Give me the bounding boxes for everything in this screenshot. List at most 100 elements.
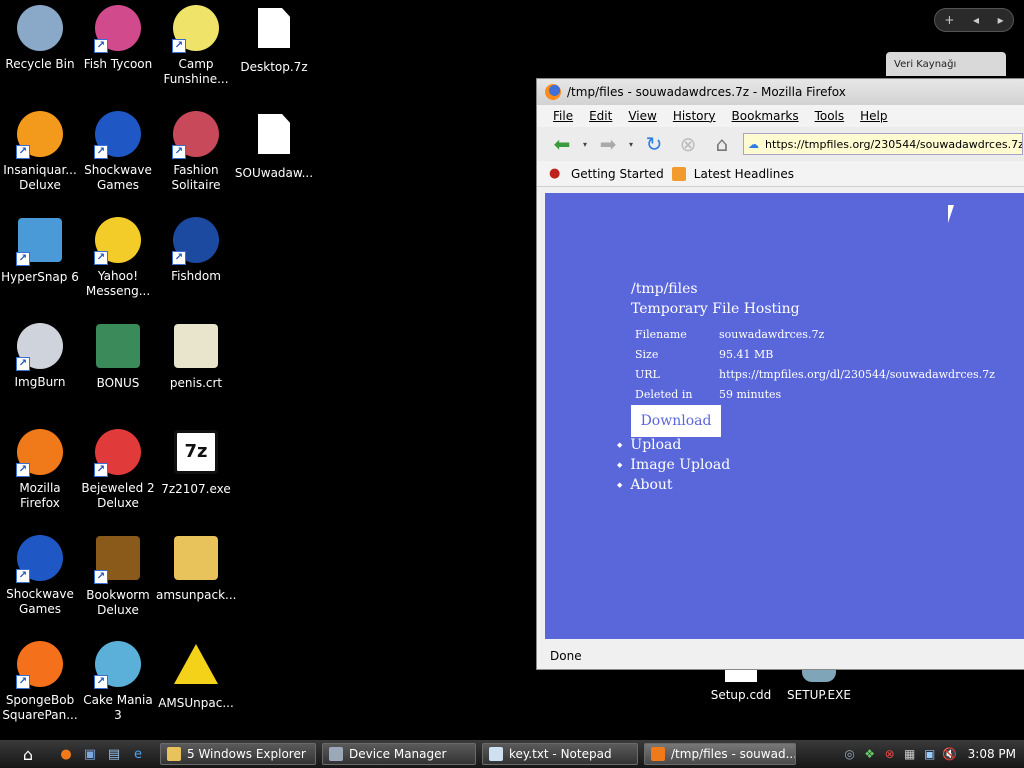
menu-tools[interactable]: Tools xyxy=(807,109,853,123)
reload-icon: ↻ xyxy=(645,132,663,156)
page-content: /tmp/files Temporary File Hosting Filena… xyxy=(545,193,1024,639)
desktop-icon[interactable]: ↗ Mozilla Firefox xyxy=(0,428,80,511)
desktop-icon[interactable]: ↗ Bookworm Deluxe xyxy=(78,534,158,618)
firefox-bookmark-icon: ● xyxy=(549,165,561,181)
network-icon[interactable]: ▣ xyxy=(922,746,938,762)
desktop-icon[interactable]: ↗ Shockwave Games xyxy=(0,534,80,617)
bookmark-latest-headlines[interactable]: Latest Headlines xyxy=(694,167,794,181)
shortcut-arrow-icon: ↗ xyxy=(94,675,108,689)
firefox-icon[interactable]: ● xyxy=(56,744,76,764)
shortcut-arrow-icon: ↗ xyxy=(172,145,186,159)
folder-icon xyxy=(167,747,181,761)
gadget-tab[interactable]: Veri Kaynağı xyxy=(886,52,1006,76)
desktop-icon-label: Bookworm Deluxe xyxy=(86,588,150,617)
home-icon: ⌂ xyxy=(715,132,729,156)
stop-button[interactable]: ⊗ xyxy=(675,131,701,157)
desktop-icon[interactable]: 7z 7z2107.exe xyxy=(156,428,236,497)
arrow-left-icon: ⬅ xyxy=(553,132,571,156)
desktop-icon[interactable]: ↗ Fish Tycoon xyxy=(78,4,158,72)
desktop-icon-label: ImgBurn xyxy=(14,375,66,389)
desktop-icon-label: SETUP.EXE xyxy=(787,688,851,702)
add-gadget-button[interactable]: + xyxy=(944,13,954,27)
desktop-icon-label: 7z2107.exe xyxy=(161,482,231,496)
menu-history[interactable]: History xyxy=(665,109,724,123)
internet-explorer-icon[interactable]: e xyxy=(128,744,148,764)
nav-link-upload[interactable]: Upload xyxy=(617,435,730,455)
desktop-icon-label: Insaniquar... Deluxe xyxy=(3,163,77,192)
desktop-icon-label: SpongeBob SquarePan... xyxy=(2,693,78,722)
home-button[interactable]: ⌂ xyxy=(709,131,735,157)
desktop-icon-label: SOUwadaw... xyxy=(234,166,314,180)
clock[interactable]: 3:08 PM xyxy=(968,747,1016,761)
desktop-icon-label: Desktop.7z xyxy=(240,60,308,74)
nav-link-about[interactable]: About xyxy=(617,475,730,495)
bookmark-getting-started[interactable]: Getting Started xyxy=(571,167,664,181)
desktop-icon[interactable]: ↗ Bejeweled 2 Deluxe xyxy=(78,428,158,511)
system-tray: ◎ ❖ ⊗ ▦ ▣ 🔇 3:08 PM xyxy=(842,746,1024,762)
desktop-icon[interactable]: ↗ SpongeBob SquarePan... xyxy=(0,640,80,723)
previous-gadget-button[interactable]: ◂ xyxy=(973,13,979,27)
bookmarks-toolbar: ● Getting Started Latest Headlines xyxy=(537,161,1024,187)
switch-windows-icon[interactable]: ▤ xyxy=(104,744,124,764)
desktop-icon[interactable]: ↗ Insaniquar... Deluxe xyxy=(0,110,80,193)
row-value[interactable]: https://tmpfiles.org/dl/230544/souwadawd… xyxy=(717,365,997,383)
network-globe-icon[interactable]: ◎ xyxy=(842,746,858,762)
menu-bookmarks[interactable]: Bookmarks xyxy=(724,109,807,123)
reload-button[interactable]: ↻ xyxy=(641,131,667,157)
desktop-icon[interactable]: ↗ Cake Mania 3 xyxy=(78,640,158,723)
shortcut-arrow-icon: ↗ xyxy=(16,145,30,159)
desktop-icon[interactable]: ↗ Camp Funshine... xyxy=(156,4,236,87)
show-desktop-icon[interactable]: ▣ xyxy=(80,744,100,764)
desktop-icon[interactable]: penis.crt xyxy=(156,322,236,391)
back-button[interactable]: ⬅ xyxy=(549,131,575,157)
nav-link-image-upload[interactable]: Image Upload xyxy=(617,455,730,475)
file-info-table: Filename souwadawdrces.7z Size 95.41 MB URL h… xyxy=(631,323,999,405)
menu-edit[interactable]: Edit xyxy=(581,109,620,123)
desktop-icon[interactable]: SOUwadaw... xyxy=(234,110,314,181)
window-titlebar[interactable]: /tmp/files - souwadawdrces.7z - Mozilla … xyxy=(537,79,1024,105)
firefox-window: /tmp/files - souwadawdrces.7z - Mozilla … xyxy=(536,78,1024,670)
window-title: /tmp/files - souwadawdrces.7z - Mozilla … xyxy=(567,85,846,99)
desktop-icon[interactable]: Desktop.7z xyxy=(234,4,314,75)
forward-history-dropdown[interactable]: ▾ xyxy=(629,140,633,149)
page-title: /tmp/files xyxy=(631,281,698,297)
volume-muted-icon[interactable]: 🔇 xyxy=(942,746,958,762)
shortcut-arrow-icon: ↗ xyxy=(94,145,108,159)
desktop-icon[interactable]: AMSUnpac... xyxy=(156,640,236,711)
desktop-icon[interactable]: ↗ Fishdom xyxy=(156,216,236,284)
desktop-icon[interactable]: amsunpack... xyxy=(156,534,236,603)
shortcut-arrow-icon: ↗ xyxy=(16,463,30,477)
desktop-icon-label: Cake Mania 3 xyxy=(83,693,153,722)
table-row: Size 95.41 MB xyxy=(633,345,997,363)
desktop-icon[interactable]: ↗ HyperSnap 6 xyxy=(0,216,80,285)
taskbar-button[interactable]: Device Manager xyxy=(322,743,476,765)
forward-button[interactable]: ➡ xyxy=(595,131,621,157)
menu-help[interactable]: Help xyxy=(852,109,895,123)
menu-file[interactable]: File xyxy=(545,109,581,123)
desktop-icon-label: Yahoo! Messeng... xyxy=(85,269,151,298)
start-button[interactable]: ⌂ xyxy=(0,740,56,768)
desktop-icon[interactable]: ↗ Fashion Solitaire xyxy=(156,110,236,193)
taskbar-button[interactable]: 5 Windows Explorer xyxy=(160,743,316,765)
row-value: souwadawdrces.7z xyxy=(719,327,825,341)
desktop-icon[interactable]: ↗ ImgBurn xyxy=(0,322,80,390)
download-button[interactable]: Download xyxy=(631,405,721,437)
back-history-dropdown[interactable]: ▾ xyxy=(583,140,587,149)
menu-view[interactable]: View xyxy=(620,109,664,123)
tray-app-icon[interactable]: ▦ xyxy=(902,746,918,762)
desktop-icon[interactable]: ↗ Yahoo! Messeng... xyxy=(78,216,158,299)
desktop-icon[interactable]: BONUS xyxy=(78,322,158,391)
next-gadget-button[interactable]: ▸ xyxy=(998,13,1004,27)
desktop-icon[interactable]: ↗ Shockwave Games xyxy=(78,110,158,193)
shortcut-arrow-icon: ↗ xyxy=(94,570,108,584)
taskbar-button[interactable]: key.txt - Notepad xyxy=(482,743,638,765)
security-icon[interactable]: ❖ xyxy=(862,746,878,762)
error-icon[interactable]: ⊗ xyxy=(882,746,898,762)
row-key: Filename xyxy=(635,327,687,341)
row-key: URL xyxy=(635,367,660,381)
desktop-icon[interactable]: Recycle Bin xyxy=(0,4,80,72)
table-row: Deleted in 59 minutes xyxy=(633,385,997,403)
address-bar[interactable]: ☁ https://tmpfiles.org/230544/souwadawdr… xyxy=(743,133,1023,155)
status-bar: Done xyxy=(537,641,1024,669)
taskbar-button[interactable]: /tmp/files - souwad... xyxy=(644,743,796,765)
